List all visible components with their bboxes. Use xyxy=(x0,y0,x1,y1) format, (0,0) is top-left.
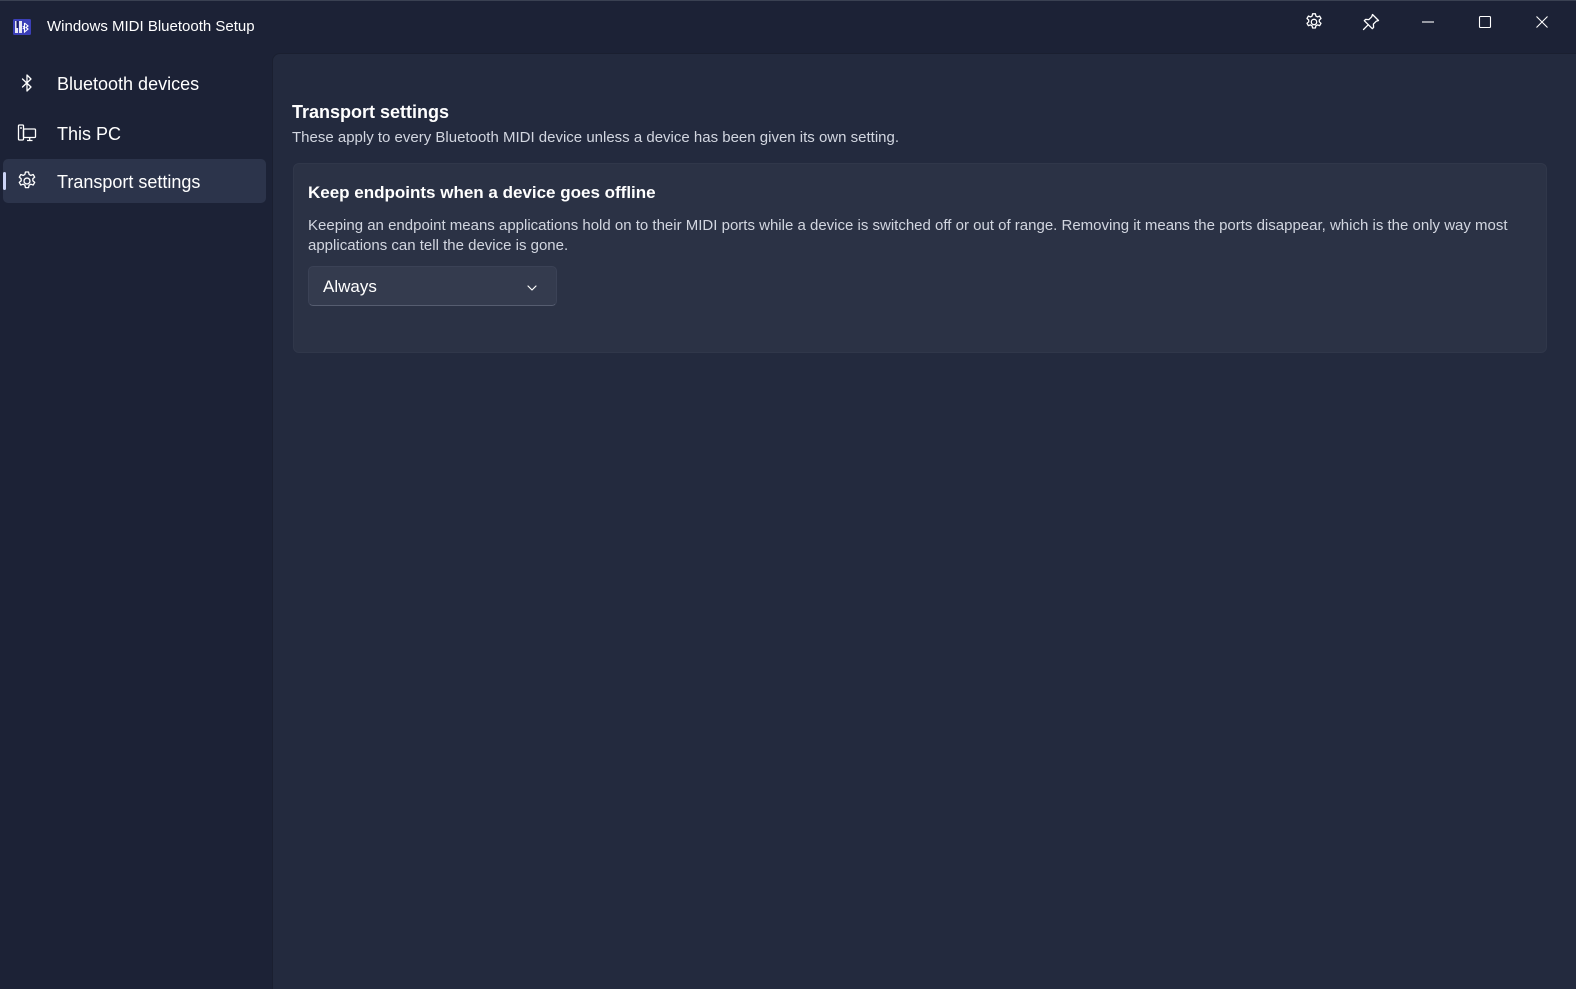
page-title: Transport settings xyxy=(292,102,450,122)
close-icon xyxy=(1535,15,1549,29)
chevron-down-icon xyxy=(526,281,538,293)
midi-bluetooth-app-icon xyxy=(12,17,32,37)
minimize-button[interactable] xyxy=(1405,6,1451,38)
gear-icon xyxy=(16,170,38,192)
sidebar-item-label: This PC xyxy=(57,124,122,144)
bluetooth-icon xyxy=(16,72,38,94)
sidebar-item-label: Bluetooth devices xyxy=(57,74,200,94)
sidebar-nav: Bluetooth devices This PC Transport sett… xyxy=(0,53,272,989)
app-window: Windows MIDI Bluetooth Setup Bluetooth d… xyxy=(0,0,1576,989)
settings-card: Keep endpoints when a device goes offlin… xyxy=(293,163,1547,353)
keep-endpoints-dropdown[interactable]: Always xyxy=(308,266,557,306)
dropdown-selected-value: Always xyxy=(323,277,377,296)
sidebar-item-transport-settings[interactable]: Transport settings xyxy=(3,159,266,203)
maximize-button[interactable] xyxy=(1462,6,1508,38)
pin-button[interactable] xyxy=(1348,6,1394,38)
card-description: Keeping an endpoint means applications h… xyxy=(308,217,1508,254)
selection-indicator xyxy=(3,172,6,190)
card-title: Keep endpoints when a device goes offlin… xyxy=(308,183,656,202)
page-subtitle: These apply to every Bluetooth MIDI devi… xyxy=(292,129,900,146)
pc-icon xyxy=(16,122,38,144)
pin-icon xyxy=(1361,12,1381,32)
minimize-icon xyxy=(1421,15,1435,29)
maximize-icon xyxy=(1478,15,1492,29)
gear-icon xyxy=(1304,12,1324,32)
sidebar-item-bluetooth-devices[interactable]: Bluetooth devices xyxy=(3,61,266,105)
title-bar[interactable]: Windows MIDI Bluetooth Setup xyxy=(0,1,1576,53)
main-content: Transport settings These apply to every … xyxy=(272,53,1576,989)
sidebar-item-label: Transport settings xyxy=(57,172,201,192)
window-title: Windows MIDI Bluetooth Setup xyxy=(47,18,255,35)
sidebar-item-this-pc[interactable]: This PC xyxy=(3,111,266,155)
settings-button[interactable] xyxy=(1291,6,1337,38)
close-button[interactable] xyxy=(1519,6,1565,38)
